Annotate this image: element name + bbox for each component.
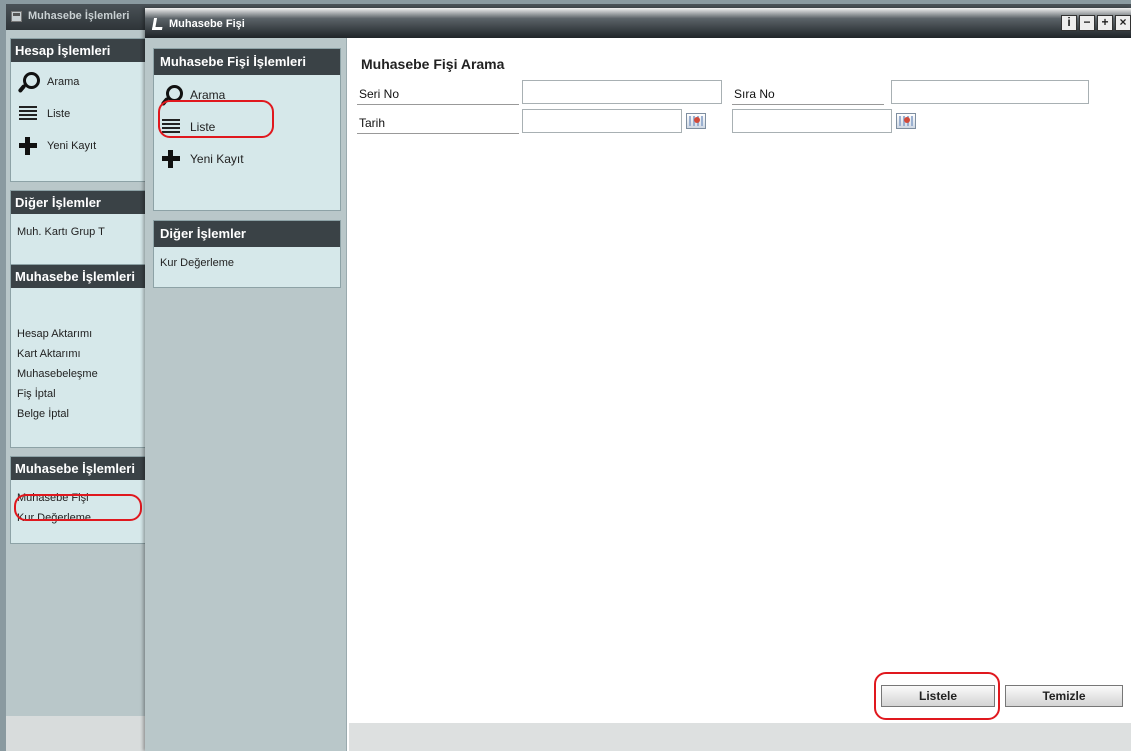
sidebar-item-liste[interactable]: Liste	[160, 111, 334, 143]
muhasebe-fisi-window: Muhasebe Fişi i − + × Muhasebe Fişi İşle…	[145, 8, 1131, 751]
panel-heading: Hesap İşlemleri	[11, 39, 145, 62]
minimize-button[interactable]: −	[1079, 15, 1095, 31]
sidebar-item-yeni-kayit[interactable]: Yeni Kayıt	[160, 143, 334, 175]
list-icon	[160, 116, 182, 138]
link-muhasebelesme[interactable]: Muhasebeleşme	[17, 364, 139, 384]
panel-hesap-islemleri: Hesap İşlemleri Arama Liste Yeni Kayıt	[10, 38, 146, 182]
tarih-end-input[interactable]	[732, 109, 892, 133]
link-kur-degerleme[interactable]: Kur Değerleme	[160, 253, 334, 273]
status-bar	[349, 723, 1131, 751]
window-controls: i − + ×	[1061, 15, 1131, 31]
panel-heading: Muhasebe Fişi İşlemleri	[154, 49, 340, 75]
search-icon	[17, 71, 40, 93]
link-fis-iptal[interactable]: Fiş İptal	[17, 384, 139, 404]
sira-no-label: Sıra No	[732, 83, 884, 105]
window-title-bar[interactable]: Muhasebe Fişi i − + ×	[145, 8, 1131, 38]
sidebar-item-yeni-kayit[interactable]: Yeni Kayıt	[17, 130, 139, 162]
sidebar-item-arama[interactable]: Arama	[17, 66, 139, 98]
sidebar: Muhasebe Fişi İşlemleri Arama Liste Yeni…	[145, 38, 347, 751]
temizle-button[interactable]: Temizle	[1005, 685, 1123, 707]
calendar-icon[interactable]	[686, 113, 706, 129]
link-kart-aktarimi[interactable]: Kart Aktarımı	[17, 344, 139, 364]
search-panel: Muhasebe Fişi Arama Seri No Sıra No Tari…	[349, 38, 1131, 723]
listele-button[interactable]: Listele	[881, 685, 995, 707]
maximize-button[interactable]: +	[1097, 15, 1113, 31]
calendar-icon[interactable]	[896, 113, 916, 129]
app-icon	[151, 18, 165, 30]
tarih-label: Tarih	[357, 112, 519, 134]
sidebar-item-arama[interactable]: Arama	[160, 79, 334, 111]
new-record-icon	[17, 135, 39, 157]
panel-muhasebe-islemleri-1: Muhasebe İşlemleri Hesap Aktarımı Kart A…	[10, 264, 146, 448]
window-icon	[11, 11, 22, 22]
window-title: Muhasebe Fişi	[169, 18, 245, 30]
sidebar-item-liste[interactable]: Liste	[17, 98, 139, 130]
panel-heading: Muhasebe İşlemleri	[11, 265, 145, 288]
panel-heading: Diğer İşlemler	[11, 191, 145, 214]
link-belge-iptal[interactable]: Belge İptal	[17, 404, 139, 424]
panel-heading: Muhasebe İşlemleri	[11, 457, 145, 480]
info-button[interactable]: i	[1061, 15, 1077, 31]
background-title: Muhasebe İşlemleri	[28, 10, 130, 22]
list-icon	[17, 103, 39, 125]
link-hesap-aktarimi[interactable]: Hesap Aktarımı	[17, 324, 139, 344]
sira-no-input[interactable]	[891, 80, 1089, 104]
page-title: Muhasebe Fişi Arama	[361, 56, 505, 72]
panel-muhasebe-islemleri-2: Muhasebe İşlemleri Muhasebe Fişi Kur Değ…	[10, 456, 146, 544]
link-kur-degerleme[interactable]: Kur Değerleme	[17, 508, 139, 528]
seri-no-input[interactable]	[522, 80, 722, 104]
link-muh-karti-grup[interactable]: Muh. Kartı Grup T	[17, 222, 139, 242]
background-sidebar: Hesap İşlemleri Arama Liste Yeni Kayıt D…	[6, 30, 146, 745]
tarih-start-input[interactable]	[522, 109, 682, 133]
panel-diger-islemler: Diğer İşlemler Kur Değerleme	[153, 220, 341, 288]
background-status-bar	[6, 716, 156, 751]
new-record-icon	[160, 148, 182, 170]
panel-muhasebe-fisi-islemleri: Muhasebe Fişi İşlemleri Arama Liste Yeni…	[153, 48, 341, 211]
close-button[interactable]: ×	[1115, 15, 1131, 31]
search-icon	[160, 84, 183, 106]
panel-heading: Diğer İşlemler	[154, 221, 340, 247]
link-muhasebe-fisi[interactable]: Muhasebe Fişi	[17, 488, 139, 508]
seri-no-label: Seri No	[357, 83, 519, 105]
